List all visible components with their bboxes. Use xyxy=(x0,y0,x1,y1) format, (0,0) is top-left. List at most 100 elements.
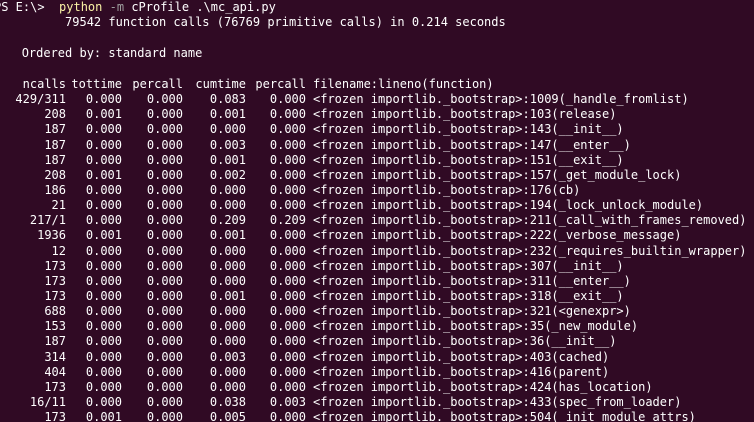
header-ncalls: ncalls xyxy=(22,77,66,91)
cell-tottime: 0.000 xyxy=(85,137,122,152)
cell-tottime: 0.000 xyxy=(85,364,122,379)
cell-cumtime: 0.000 xyxy=(209,258,246,273)
cell-percall2: 0.000 xyxy=(269,107,306,122)
cell-tottime: 0.000 xyxy=(85,304,122,319)
cell-cumtime: 0.000 xyxy=(209,379,246,394)
cell-func: <frozen importlib._bootstrap>:424(has_lo… xyxy=(313,379,653,394)
cell-percall2: 0.000 xyxy=(269,182,306,197)
cell-percall2: 0.000 xyxy=(269,198,306,213)
cell-func: <frozen importlib._bootstrap>:35(_new_mo… xyxy=(313,319,639,334)
cell-tottime: 0.000 xyxy=(85,152,122,167)
cell-ncalls: 187 xyxy=(44,152,66,167)
cell-percall1: 0.000 xyxy=(146,228,183,243)
table-row: 187 0.000 0.000 0.003 0.000 <frozen importlib… xyxy=(0,138,746,153)
cell-percall1: 0.000 xyxy=(146,92,183,107)
cell-ncalls: 314 xyxy=(44,349,66,364)
cell-percall1: 0.000 xyxy=(146,288,183,303)
cell-percall1: 0.000 xyxy=(146,198,183,213)
cell-percall1: 0.000 xyxy=(146,304,183,319)
table-row: 173 0.000 0.000 0.001 0.000 <frozen importlib… xyxy=(0,289,746,304)
cell-percall2: 0.000 xyxy=(269,364,306,379)
cell-percall1: 0.000 xyxy=(146,334,183,349)
cell-tottime: 0.001 xyxy=(85,107,122,122)
cell-ncalls: 208 xyxy=(44,167,66,182)
cell-tottime: 0.000 xyxy=(85,319,122,334)
cell-tottime: 0.000 xyxy=(85,213,122,228)
cell-percall1: 0.000 xyxy=(146,122,183,137)
table-row: 404 0.000 0.000 0.000 0.000 <frozen importlib… xyxy=(0,365,746,380)
cell-ncalls: 208 xyxy=(44,107,66,122)
cell-percall1: 0.000 xyxy=(146,410,183,422)
profile-summary: 79542 function calls (76769 primitive ca… xyxy=(65,15,506,29)
cell-ncalls: 173 xyxy=(44,273,66,288)
cell-tottime: 0.000 xyxy=(85,394,122,409)
cell-func: <frozen importlib._bootstrap>:311(__ente… xyxy=(313,273,631,288)
cell-func: <frozen importlib._bootstrap>:307(__init… xyxy=(313,258,624,273)
cell-percall2: 0.000 xyxy=(269,152,306,167)
cell-cumtime: 0.000 xyxy=(209,243,246,258)
table-row: 187 0.000 0.000 0.001 0.000 <frozen importlib… xyxy=(0,153,746,168)
cell-cumtime: 0.001 xyxy=(209,228,246,243)
command-flag: -m xyxy=(109,0,125,14)
cell-cumtime: 0.000 xyxy=(209,319,246,334)
command-prompt-line: PS E:\> python -m cProfile .\mc_api.py xyxy=(0,0,276,15)
cell-ncalls: 404 xyxy=(44,364,66,379)
cell-func: <frozen importlib._bootstrap>:416(parent… xyxy=(313,364,610,379)
cell-func: <frozen importlib._bootstrap>:232(_requi… xyxy=(313,243,747,258)
cell-tottime: 0.000 xyxy=(85,122,122,137)
cell-cumtime: 0.001 xyxy=(209,288,246,303)
cell-percall1: 0.000 xyxy=(146,364,183,379)
cell-cumtime: 0.000 xyxy=(209,273,246,288)
cell-func: <frozen importlib._bootstrap>:318(__exit… xyxy=(313,288,624,303)
cell-percall2: 0.000 xyxy=(269,304,306,319)
cell-cumtime: 0.001 xyxy=(209,152,246,167)
cell-tottime: 0.001 xyxy=(85,228,122,243)
cell-func: <frozen importlib._bootstrap>:321(<genex… xyxy=(313,304,631,319)
table-row: 208 0.001 0.000 0.002 0.000 <frozen importlib… xyxy=(0,168,746,183)
cell-func: <frozen importlib._bootstrap>:176(cb) xyxy=(313,182,581,197)
cell-ncalls: 153 xyxy=(44,319,66,334)
cell-tottime: 0.000 xyxy=(85,92,122,107)
cell-cumtime: 0.209 xyxy=(209,213,246,228)
table-row: 208 0.001 0.000 0.001 0.000 <frozen importlib… xyxy=(0,107,746,122)
cell-ncalls: 173 xyxy=(44,379,66,394)
table-row: 688 0.000 0.000 0.000 0.000 <frozen importlib… xyxy=(0,304,746,319)
cell-func: <frozen importlib._bootstrap>:222(_verbo… xyxy=(313,228,682,243)
cell-cumtime: 0.083 xyxy=(209,92,246,107)
cell-cumtime: 0.000 xyxy=(209,182,246,197)
cell-percall2: 0.209 xyxy=(269,213,306,228)
cell-tottime: 0.000 xyxy=(85,182,122,197)
cell-func: <frozen importlib._bootstrap>:157(_get_m… xyxy=(313,167,682,182)
cell-percall1: 0.000 xyxy=(146,213,183,228)
cell-cumtime: 0.001 xyxy=(209,107,246,122)
cell-percall1: 0.000 xyxy=(146,167,183,182)
cell-ncalls: 187 xyxy=(44,334,66,349)
cell-percall2: 0.000 xyxy=(269,137,306,152)
cell-percall1: 0.000 xyxy=(146,137,183,152)
command-args: cProfile .\mc_api.py xyxy=(131,0,276,14)
cell-percall1: 0.000 xyxy=(146,243,183,258)
cell-func: <frozen importlib._bootstrap>:211(_call_… xyxy=(313,213,747,228)
cell-percall2: 0.000 xyxy=(269,349,306,364)
cell-ncalls: 12 xyxy=(51,243,66,258)
header-percall: percall xyxy=(132,77,183,91)
cell-percall2: 0.000 xyxy=(269,243,306,258)
cell-func: <frozen importlib._bootstrap>:143(__init… xyxy=(313,122,624,137)
terminal-window[interactable]: PS E:\> python -m cProfile .\mc_api.py 7… xyxy=(0,0,754,422)
cell-percall1: 0.000 xyxy=(146,258,183,273)
table-row: 21 0.000 0.000 0.000 0.000 <frozen importlib.… xyxy=(0,198,746,213)
cell-ncalls: 1936 xyxy=(37,228,66,243)
cell-cumtime: 0.000 xyxy=(209,122,246,137)
cell-percall2: 0.000 xyxy=(269,273,306,288)
cell-percall2: 0.000 xyxy=(269,122,306,137)
table-row: 1936 0.001 0.000 0.001 0.000 <frozen importli… xyxy=(0,228,746,243)
cell-func: <frozen importlib._bootstrap>:36(__init_… xyxy=(313,334,617,349)
table-row: 187 0.000 0.000 0.000 0.000 <frozen importlib… xyxy=(0,334,746,349)
cell-ncalls: 429/311 xyxy=(15,92,66,107)
cell-percall2: 0.000 xyxy=(269,410,306,422)
cell-ncalls: 688 xyxy=(44,304,66,319)
table-row: 186 0.000 0.000 0.000 0.000 <frozen importlib… xyxy=(0,183,746,198)
table-row: 12 0.000 0.000 0.000 0.000 <frozen importlib.… xyxy=(0,243,747,259)
cell-percall2: 0.000 xyxy=(269,167,306,182)
ordered-by-label: Ordered by: standard name xyxy=(21,46,203,60)
